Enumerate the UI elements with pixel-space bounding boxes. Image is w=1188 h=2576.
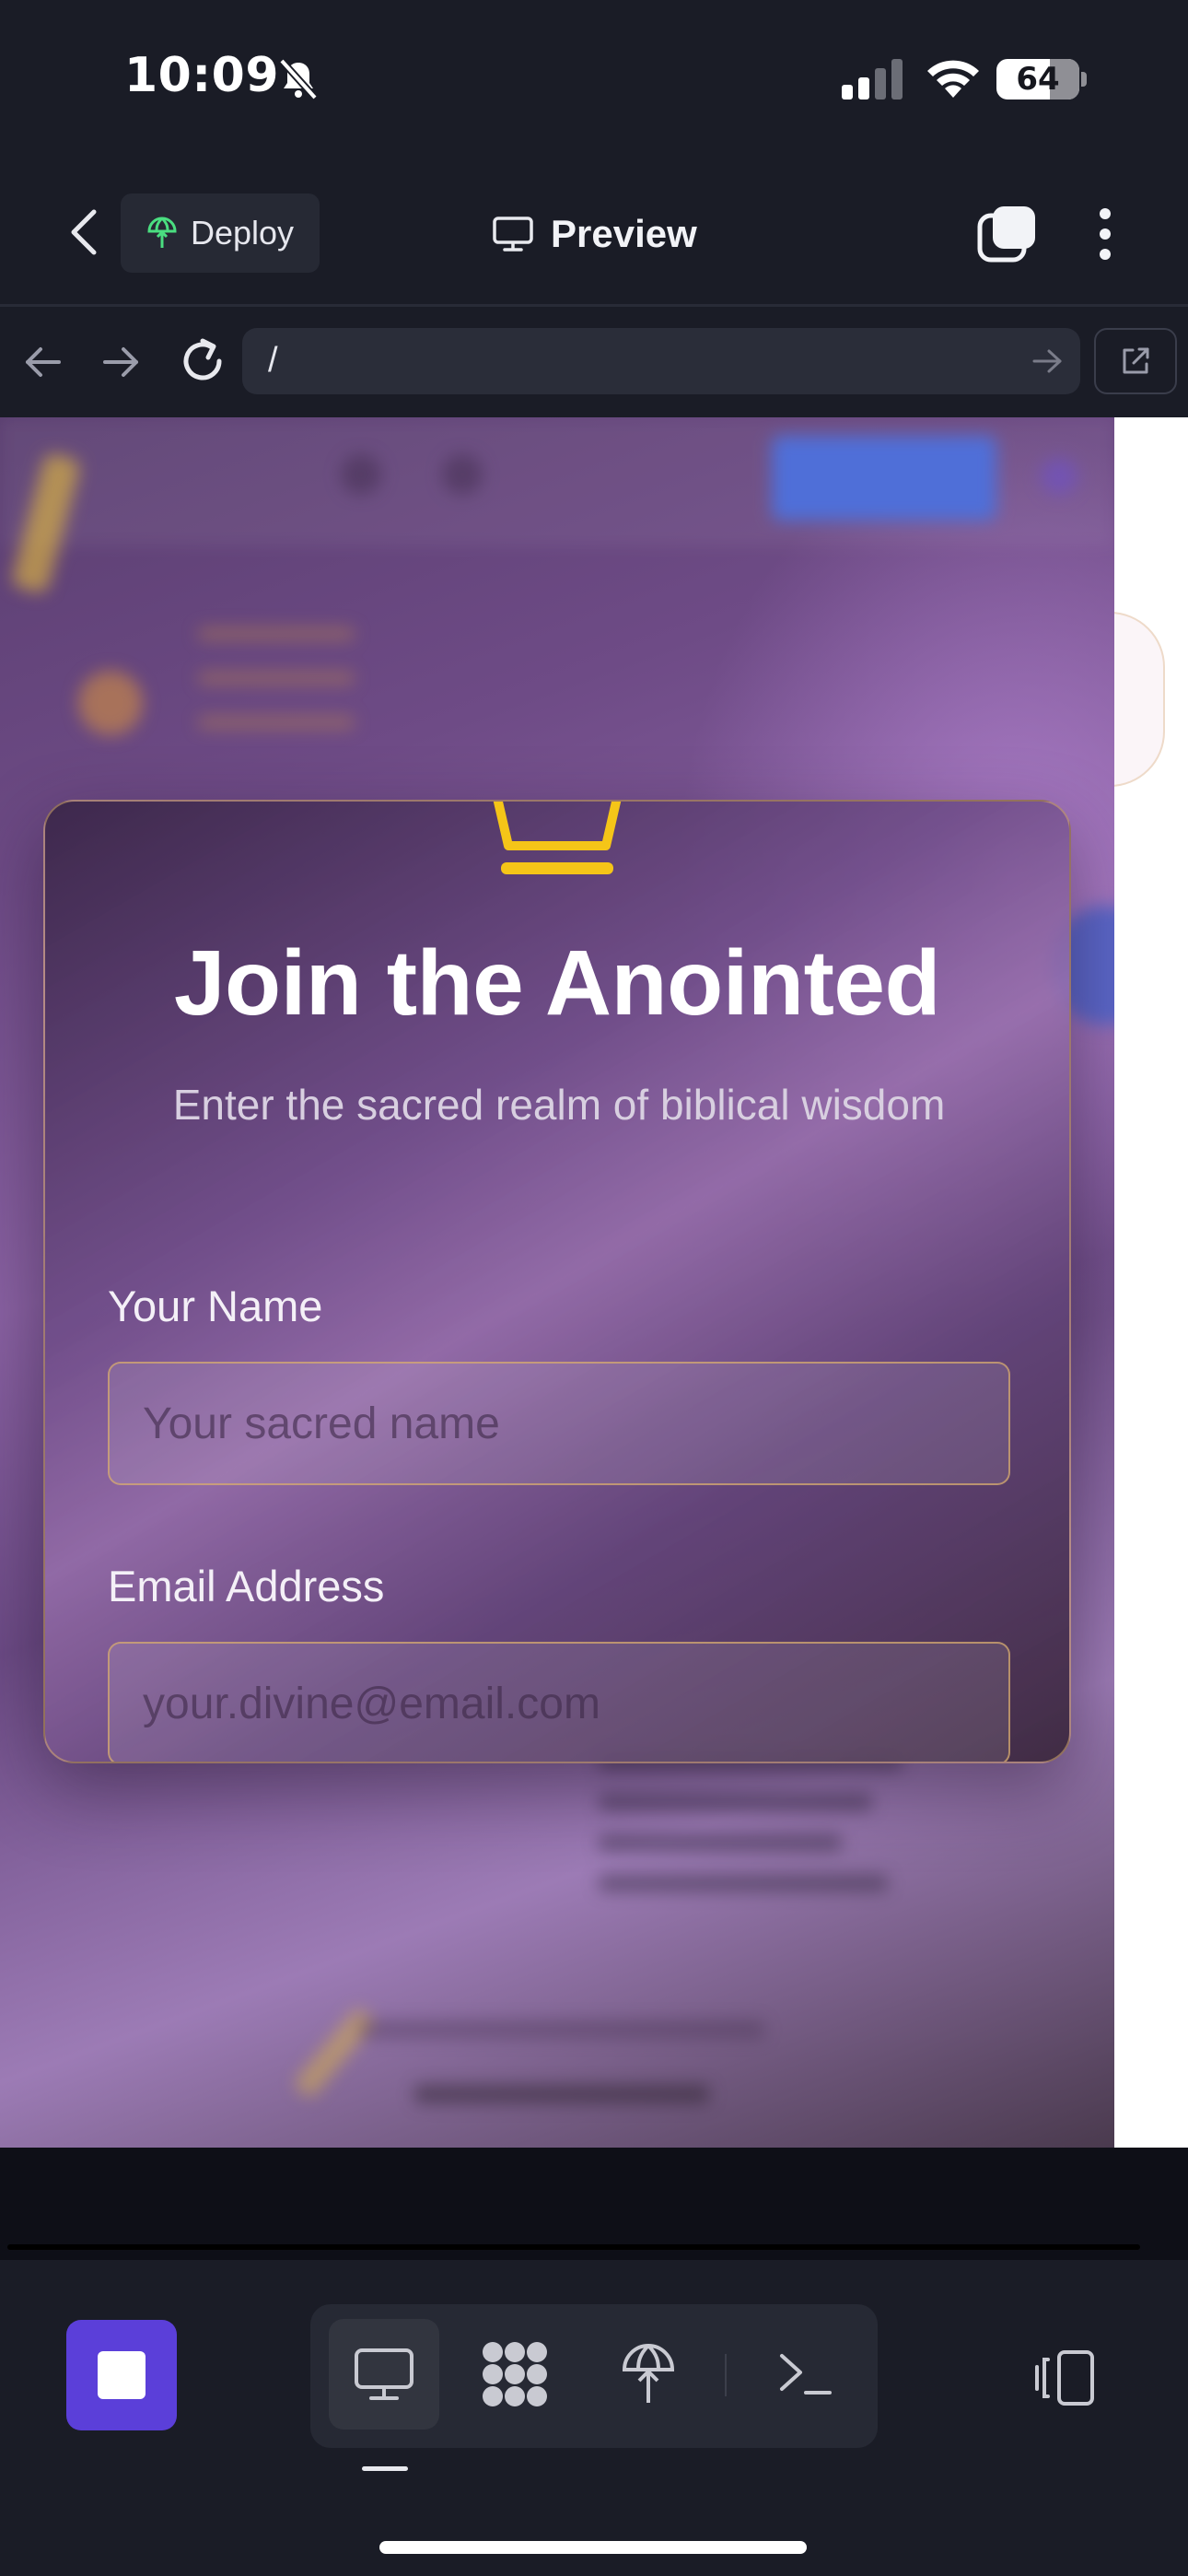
modal-subtitle: Enter the sacred realm of biblical wisdo… — [172, 1081, 946, 1129]
background-decoration — [1110, 612, 1165, 787]
more-vertical-icon[interactable] — [1087, 203, 1124, 265]
name-input[interactable] — [108, 1362, 1010, 1485]
browser-nav-bar: / — [0, 319, 1188, 404]
app-bar-divider — [0, 304, 1188, 307]
monitor-icon — [355, 2348, 413, 2400]
bell-off-icon — [279, 58, 318, 100]
grid-view-button[interactable] — [460, 2319, 570, 2430]
status-bar: 10:09 64 — [0, 0, 1188, 157]
stop-icon — [98, 2351, 146, 2399]
desktop-view-button[interactable] — [329, 2319, 439, 2430]
modal-title: Join the Anointed — [173, 931, 941, 1035]
url-text: / — [268, 341, 278, 380]
preview-label: Preview — [551, 212, 697, 255]
go-arrow-icon[interactable] — [1031, 345, 1064, 378]
signal-icon — [842, 59, 903, 100]
signup-modal: Join the Anointed Enter the sacred realm… — [43, 800, 1071, 1763]
scroll-indicator — [7, 2244, 1140, 2250]
tabs-icon[interactable] — [976, 203, 1039, 265]
back-button[interactable] — [55, 203, 114, 262]
home-indicator — [379, 2541, 807, 2554]
tool-group — [310, 2304, 878, 2448]
bottom-toolbar — [0, 2260, 1188, 2576]
back-arrow-icon — [71, 209, 97, 255]
layout-toggle-icon[interactable] — [1031, 2348, 1098, 2407]
name-label: Your Name — [108, 1282, 323, 1330]
reload-icon[interactable] — [175, 334, 230, 389]
deploy-button[interactable]: Deploy — [121, 193, 320, 273]
email-input[interactable] — [108, 1642, 1010, 1762]
url-bar[interactable]: / — [242, 328, 1080, 394]
crown-icon — [493, 802, 622, 874]
tool-divider — [725, 2354, 727, 2396]
bottom-spacer — [0, 2148, 1188, 2260]
deploy-icon — [147, 217, 177, 248]
deploy-tool-button[interactable] — [593, 2319, 704, 2430]
stop-button[interactable] — [66, 2320, 177, 2430]
monitor-icon — [493, 217, 533, 252]
wifi-icon — [927, 60, 979, 98]
preview-viewport: Join the Anointed Enter the sacred realm… — [0, 417, 1114, 2148]
terminal-button[interactable] — [751, 2319, 861, 2430]
arrow-left-icon[interactable] — [18, 337, 68, 387]
preview-tab[interactable]: Preview — [492, 208, 697, 260]
battery-percent: 64 — [1016, 61, 1060, 98]
email-label: Email Address — [108, 1562, 385, 1610]
deploy-icon — [622, 2344, 675, 2403]
external-link-icon — [1123, 347, 1149, 374]
battery-icon: 64 — [996, 59, 1079, 100]
grid-icon — [483, 2342, 547, 2406]
arrow-right-icon[interactable] — [96, 337, 146, 387]
battery-tip — [1081, 72, 1087, 87]
app-bar: Deploy Preview — [0, 175, 1188, 304]
open-external-button[interactable] — [1094, 328, 1177, 394]
deploy-label: Deploy — [191, 214, 295, 252]
terminal-icon — [780, 2354, 832, 2395]
status-time: 10:09 — [124, 48, 280, 103]
active-tool-indicator — [362, 2466, 408, 2471]
